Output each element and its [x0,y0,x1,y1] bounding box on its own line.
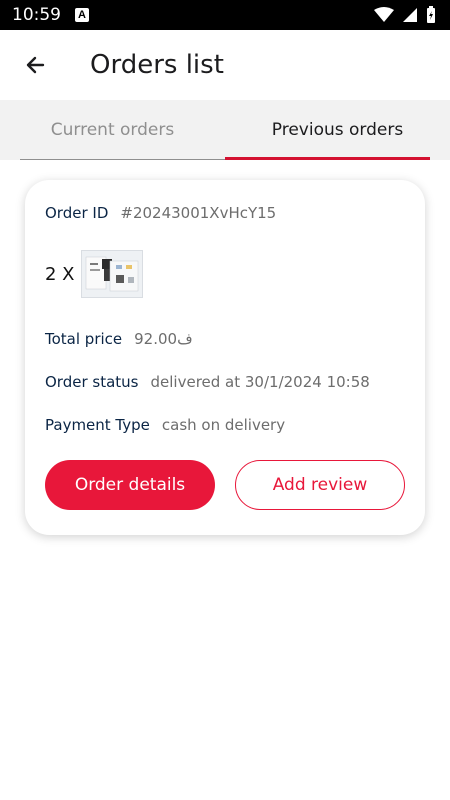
status-time: 10:59 [12,5,61,25]
page-title: Orders list [90,50,224,80]
order-status-label: Order status [45,373,139,391]
total-price-row: Total price 92.00ف [45,330,193,348]
tab-previous-orders-label: Previous orders [271,120,404,140]
add-review-button[interactable]: Add review [235,460,405,510]
product-image-icon [81,251,142,297]
status-bar: 10:59 A [0,0,450,30]
tab-active-indicator [225,157,430,160]
order-id-value: #20243001XvHcY15 [120,204,277,222]
tab-current-orders-label: Current orders [50,120,175,140]
total-price-value: 92.00ف [134,330,193,348]
notification-a-icon: A [75,8,89,22]
back-button[interactable] [20,50,50,80]
tab-divider [20,159,225,160]
payment-type-label: Payment Type [45,416,150,434]
order-details-button[interactable]: Order details [45,460,215,510]
order-tabs: Current orders Previous orders [0,100,450,160]
arrow-left-icon [26,56,45,74]
product-thumbnail [80,250,143,298]
wifi-icon [374,7,394,22]
order-card: Order ID #20243001XvHcY15 2 X Total pric… [25,180,425,535]
payment-type-row: Payment Type cash on delivery [45,416,285,434]
app-bar: Orders list [0,30,450,100]
item-quantity: 2 X [45,263,75,285]
battery-icon [427,6,435,23]
order-id-row: Order ID #20243001XvHcY15 [45,204,276,222]
payment-type-value: cash on delivery [161,416,286,434]
signal-icon [403,8,417,22]
order-status-value: delivered at 30/1/2024 10:58 [150,373,370,391]
tab-current-orders[interactable]: Current orders [0,100,225,160]
order-id-label: Order ID [45,204,109,222]
status-left: 10:59 A [12,5,89,25]
total-price-label: Total price [45,330,123,348]
order-status-row: Order status delivered at 30/1/2024 10:5… [45,373,370,391]
order-item-row: 2 X [45,250,143,298]
status-right [374,6,436,24]
tab-previous-orders[interactable]: Previous orders [225,100,450,160]
